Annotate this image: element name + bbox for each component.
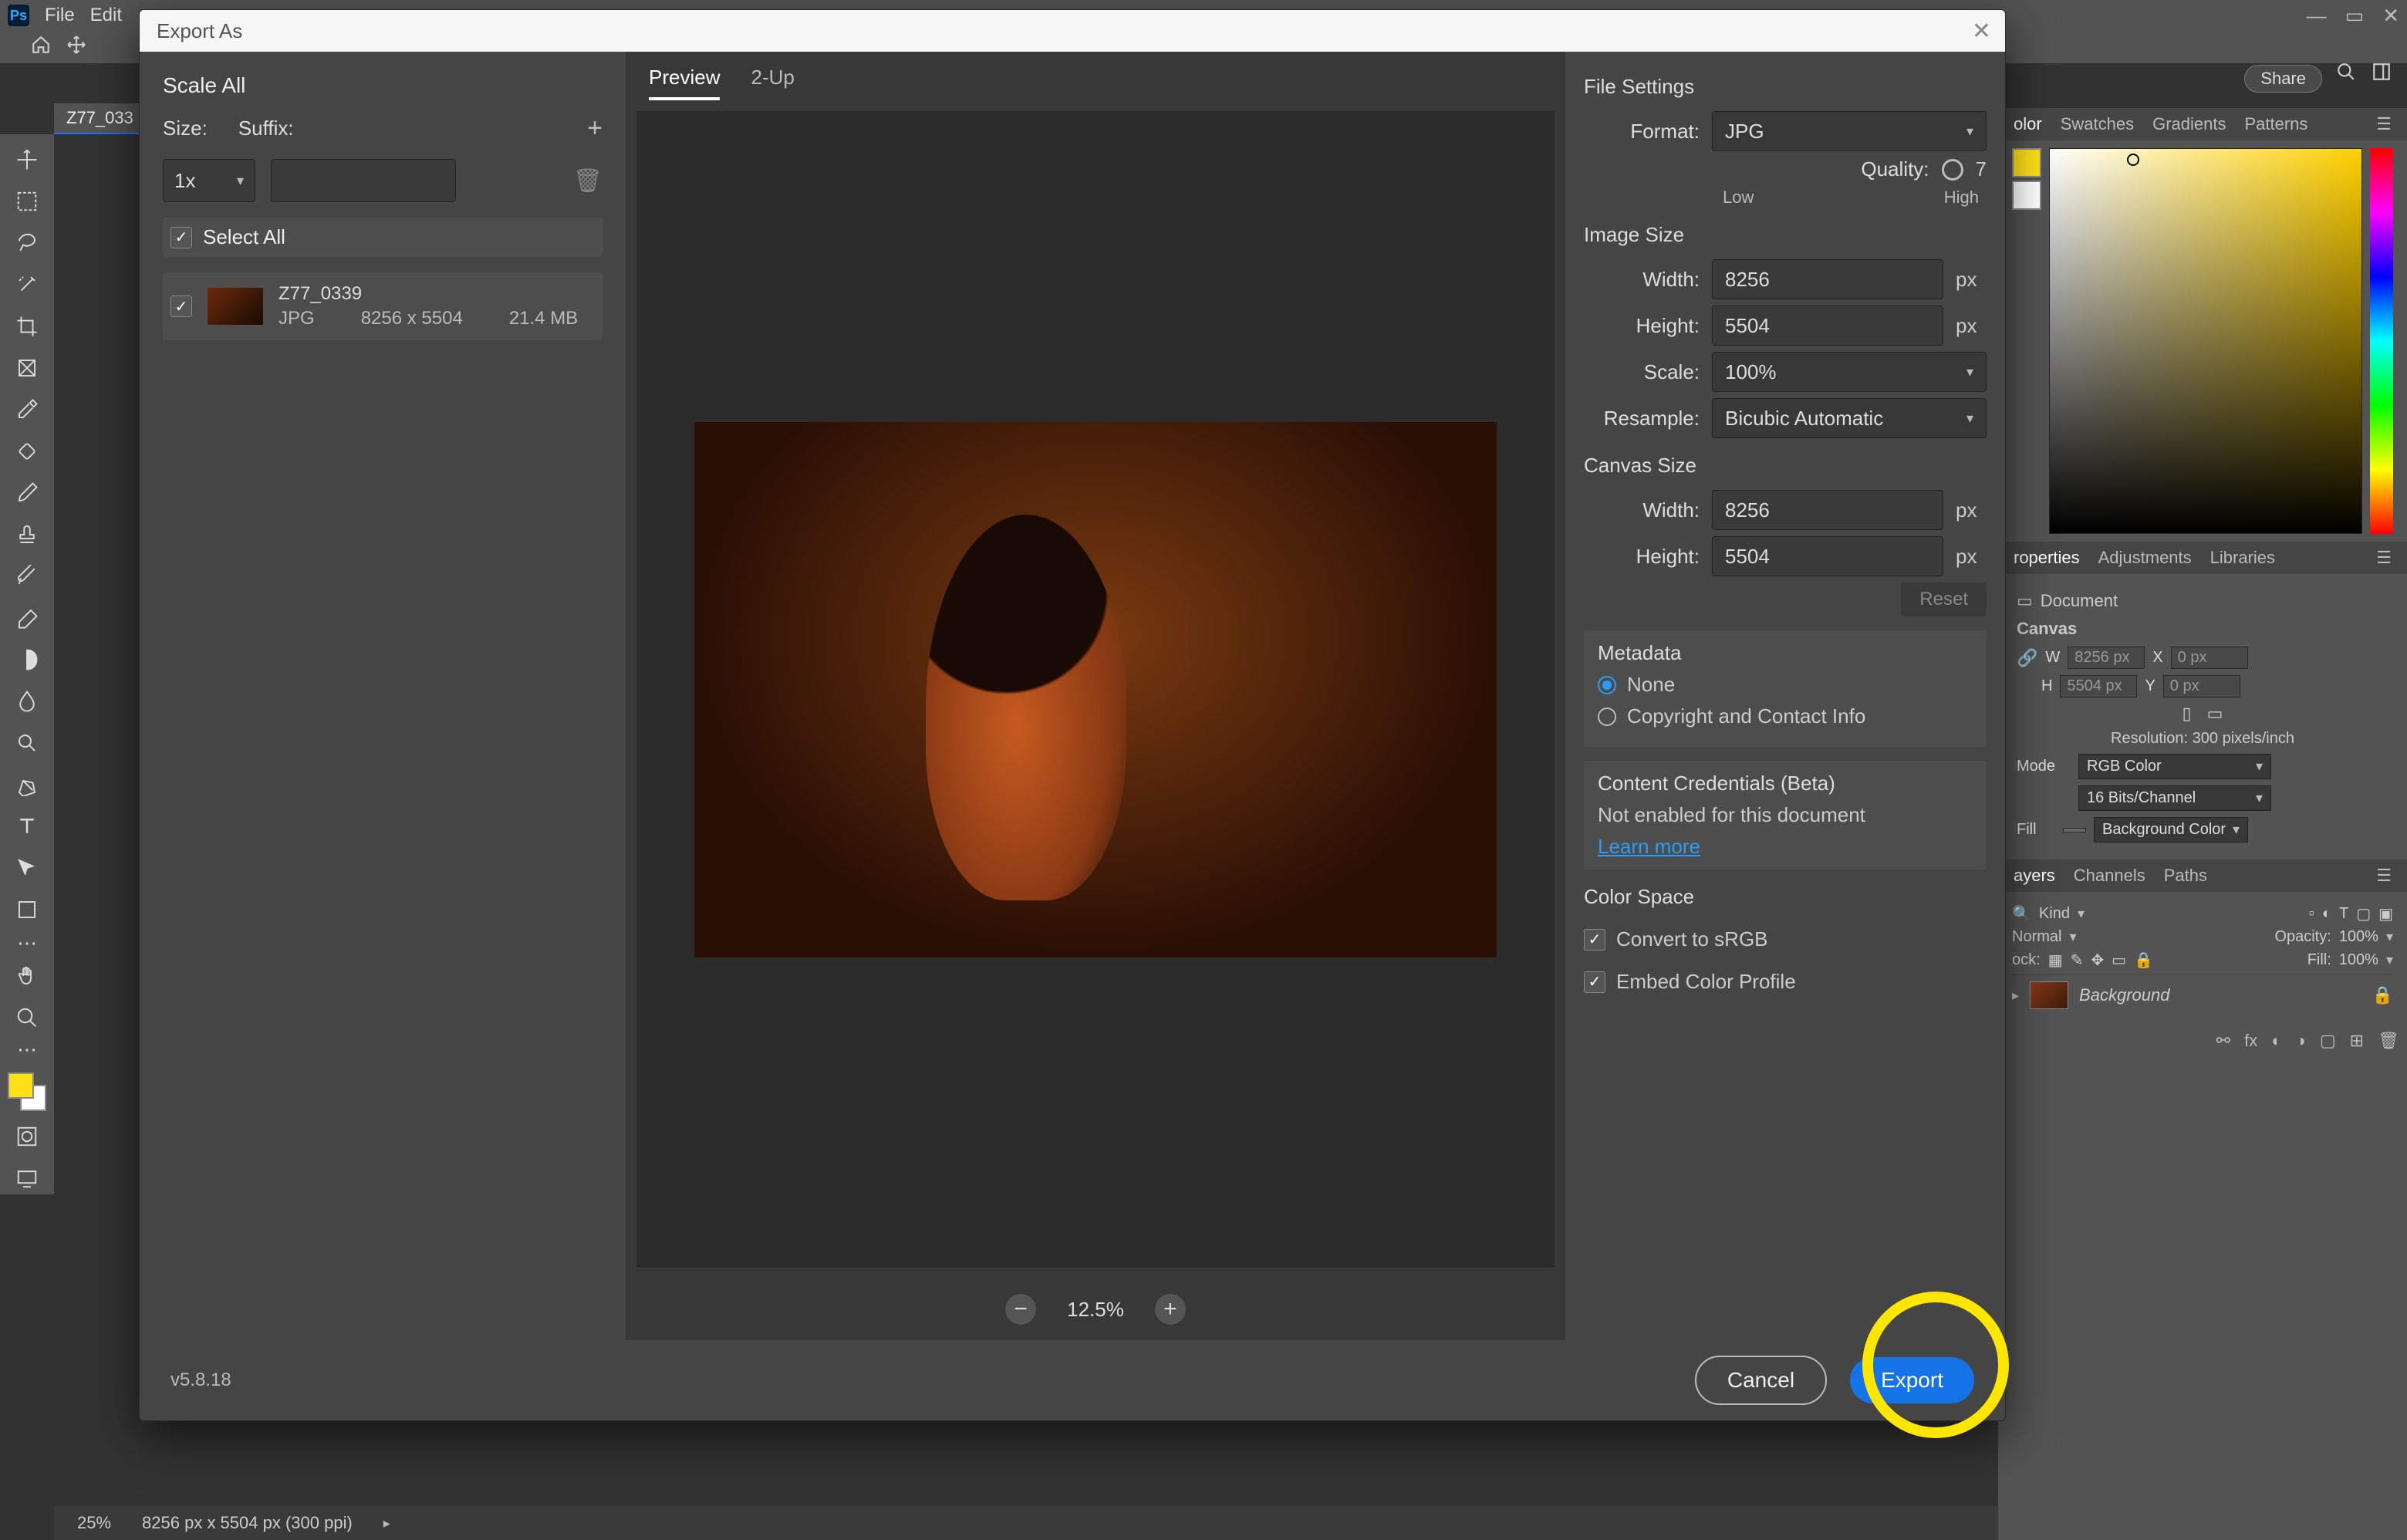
quality-value: 7 xyxy=(1976,157,1987,181)
asset-thumbnail xyxy=(208,288,263,325)
export-settings-column: File Settings Format: JPG▾ Quality: 7 Lo… xyxy=(1565,52,2005,1340)
quality-high-label: High xyxy=(1944,187,1979,208)
export-as-dialog: Export As ✕ Scale All Size: Suffix: + 1x… xyxy=(139,9,2006,1421)
file-settings-heading: File Settings xyxy=(1584,75,1987,99)
size-label: Size: xyxy=(163,117,208,140)
export-preview-column: Preview 2-Up − 12.5% + xyxy=(626,52,1565,1340)
scale-select[interactable]: 100%▾ xyxy=(1712,352,1987,392)
embed-profile-label: Embed Color Profile xyxy=(1616,970,1796,994)
zoom-out-button[interactable]: − xyxy=(1005,1294,1036,1325)
scale-all-heading: Scale All xyxy=(163,73,603,98)
radio-none-label: None xyxy=(1627,673,1675,697)
export-left-column: Scale All Size: Suffix: + 1x▾ 🗑 Select A… xyxy=(140,52,626,1340)
radio-none[interactable] xyxy=(1598,676,1616,694)
metadata-heading: Metadata xyxy=(1598,641,1973,665)
height-label: Height: xyxy=(1584,314,1700,338)
width-label: Width: xyxy=(1584,268,1700,292)
close-icon[interactable]: ✕ xyxy=(1972,18,1991,45)
version-text: v5.8.18 xyxy=(170,1369,231,1391)
select-all-label: Select All xyxy=(203,225,285,249)
unit-px: px xyxy=(1956,268,1987,292)
canvas-width-input[interactable]: 8256 xyxy=(1712,490,1943,530)
preview-area[interactable] xyxy=(636,111,1555,1268)
quality-low-label: Low xyxy=(1723,187,1754,208)
select-all-checkbox[interactable] xyxy=(170,227,192,248)
tab-2up[interactable]: 2-Up xyxy=(751,66,794,100)
metadata-none-row[interactable]: None xyxy=(1598,673,1973,697)
resample-select[interactable]: Bicubic Automatic▾ xyxy=(1712,398,1987,438)
quality-slider[interactable] xyxy=(1942,159,1963,181)
image-size-heading: Image Size xyxy=(1584,223,1987,247)
unit-px: px xyxy=(1956,498,1987,522)
dialog-title-text: Export As xyxy=(157,19,242,43)
canvas-height-input[interactable]: 5504 xyxy=(1712,536,1943,576)
zoom-value: 12.5% xyxy=(1067,1298,1124,1322)
learn-more-link[interactable]: Learn more xyxy=(1598,835,1700,858)
format-select[interactable]: JPG▾ xyxy=(1712,111,1987,151)
scale-label: Scale: xyxy=(1584,360,1700,384)
height-input[interactable]: 5504 xyxy=(1712,306,1943,346)
dialog-footer: v5.8.18 Cancel Export xyxy=(140,1340,2005,1420)
cancel-button[interactable]: Cancel xyxy=(1695,1356,1827,1405)
metadata-copyright-row[interactable]: Copyright and Contact Info xyxy=(1598,704,1973,728)
preview-image xyxy=(694,422,1497,957)
asset-size: 21.4 MB xyxy=(509,308,578,329)
cc-heading: Content Credentials (Beta) xyxy=(1598,772,1973,795)
suffix-label: Suffix: xyxy=(238,117,294,140)
format-label: Format: xyxy=(1584,120,1700,144)
export-button[interactable]: Export xyxy=(1850,1357,1974,1403)
trash-icon[interactable]: 🗑 xyxy=(573,167,603,194)
zoom-in-button[interactable]: + xyxy=(1155,1294,1186,1325)
asset-format: JPG xyxy=(279,308,315,329)
asset-row[interactable]: Z77_0339 JPG 8256 x 5504 21.4 MB xyxy=(163,272,603,340)
width-input[interactable]: 8256 xyxy=(1712,259,1943,299)
embed-profile-row[interactable]: Embed Color Profile xyxy=(1584,970,1987,994)
canvas-size-heading: Canvas Size xyxy=(1584,454,1987,478)
cc-text: Not enabled for this document xyxy=(1598,803,1973,827)
convert-srgb-checkbox[interactable] xyxy=(1584,929,1605,951)
add-size-icon[interactable]: + xyxy=(587,113,603,144)
unit-px: px xyxy=(1956,314,1987,338)
dialog-backdrop: Export As ✕ Scale All Size: Suffix: + 1x… xyxy=(0,0,2407,1540)
c-height-label: Height: xyxy=(1584,545,1700,569)
radio-copyright[interactable] xyxy=(1598,708,1616,726)
suffix-input[interactable] xyxy=(271,159,456,202)
asset-checkbox[interactable] xyxy=(170,296,192,317)
color-space-heading: Color Space xyxy=(1584,885,1987,909)
dialog-titlebar: Export As ✕ xyxy=(140,10,2005,52)
quality-label: Quality: xyxy=(1584,157,1929,181)
size-select[interactable]: 1x▾ xyxy=(163,159,255,202)
reset-button[interactable]: Reset xyxy=(1901,583,1987,616)
unit-px: px xyxy=(1956,545,1987,569)
radio-copyright-label: Copyright and Contact Info xyxy=(1627,704,1865,728)
embed-profile-checkbox[interactable] xyxy=(1584,971,1605,993)
asset-dims: 8256 x 5504 xyxy=(361,308,463,329)
asset-name: Z77_0339 xyxy=(279,283,595,305)
convert-srgb-row[interactable]: Convert to sRGB xyxy=(1584,927,1987,951)
select-all-row[interactable]: Select All xyxy=(163,218,603,257)
convert-srgb-label: Convert to sRGB xyxy=(1616,927,1768,951)
resample-label: Resample: xyxy=(1584,407,1700,431)
tab-preview[interactable]: Preview xyxy=(649,66,720,100)
c-width-label: Width: xyxy=(1584,498,1700,522)
